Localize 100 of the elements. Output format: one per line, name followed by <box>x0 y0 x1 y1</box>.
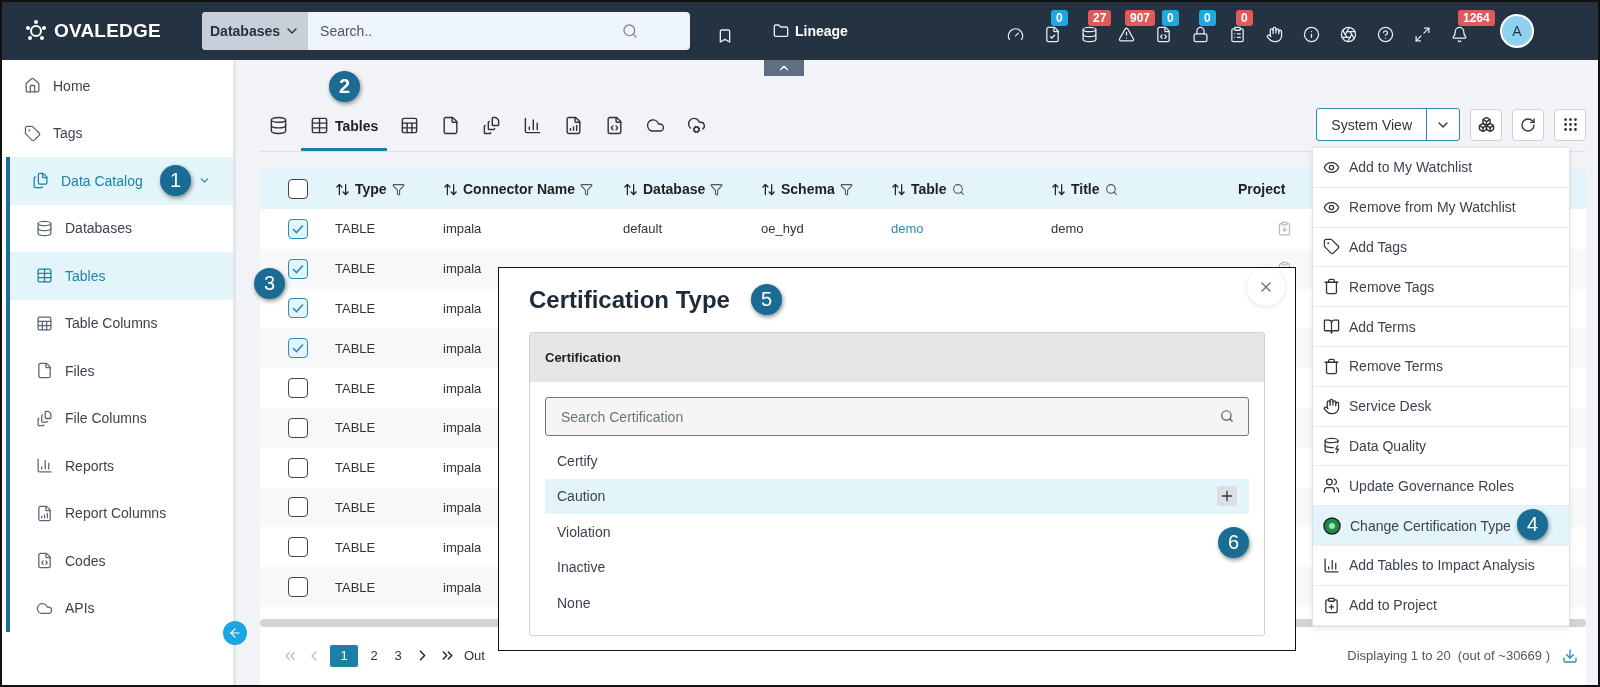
count-badge: 0 <box>1162 10 1179 26</box>
toolbar-button[interactable] <box>1302 26 1321 44</box>
grid-menu-button[interactable] <box>1554 108 1586 141</box>
checkbox[interactable] <box>287 457 308 478</box>
toolbar-button[interactable] <box>1043 26 1062 44</box>
sort-icon[interactable] <box>1051 181 1066 197</box>
table-cell: impala <box>443 499 482 515</box>
menu-item[interactable]: Add to Project <box>1313 585 1569 626</box>
menu-item[interactable]: Data Quality <box>1313 426 1569 467</box>
menu-item[interactable]: Add Tables to Impact Analysis <box>1313 545 1569 586</box>
collapse-tab[interactable] <box>764 60 804 76</box>
sort-icon[interactable] <box>891 181 906 197</box>
database-icon <box>1080 26 1098 43</box>
sidebar-item[interactable]: APIs <box>10 584 233 632</box>
sidebar-item[interactable]: Tables <box>10 252 233 300</box>
menu-item[interactable]: Remove from My Watchlist <box>1313 187 1569 228</box>
sort-icon[interactable] <box>335 181 350 197</box>
toolbar-button[interactable] <box>1080 26 1099 44</box>
table-cell: TABLE <box>335 539 376 555</box>
toolbar-button[interactable] <box>1191 26 1210 44</box>
lineage-link[interactable]: Lineage <box>795 23 848 39</box>
add-button[interactable] <box>1217 486 1237 507</box>
sidebar-item[interactable]: Home <box>2 62 233 110</box>
sidebar-item[interactable]: Table Columns <box>10 299 233 347</box>
check-icon <box>291 223 304 234</box>
toolbar-button[interactable] <box>1228 26 1247 44</box>
option-item[interactable]: Violation <box>545 514 623 550</box>
scope-dropdown[interactable]: Databases <box>202 12 309 50</box>
menu-item[interactable]: Change Certification Type 4 <box>1313 506 1569 546</box>
checkbox[interactable] <box>287 218 308 239</box>
menu-item[interactable]: Service Desk <box>1313 386 1569 427</box>
sidebar-item[interactable]: Codes <box>10 537 233 585</box>
sidebar-item[interactable]: File Columns <box>10 394 233 442</box>
sidebar-item[interactable]: Data Catalog 1 <box>10 157 233 205</box>
menu-item[interactable]: Add to My Watchlist <box>1313 148 1569 188</box>
column-header: Type <box>355 181 387 197</box>
checkbox[interactable] <box>287 577 308 598</box>
view-select[interactable]: System View <box>1316 108 1460 141</box>
menu-item[interactable]: Remove Tags <box>1313 267 1569 308</box>
table-icon <box>36 267 53 285</box>
checkbox[interactable] <box>287 258 308 279</box>
filter-icon[interactable] <box>391 182 405 196</box>
search-field[interactable]: Databases Search.. <box>202 12 690 50</box>
filter-icon[interactable] <box>839 182 853 196</box>
hand-icon <box>1323 397 1340 415</box>
option-item[interactable]: Caution <box>545 478 1249 514</box>
search-icon[interactable] <box>1104 182 1118 196</box>
sort-icon[interactable] <box>623 181 638 197</box>
page-button[interactable]: 1 <box>330 645 358 667</box>
page-button[interactable]: 3 <box>390 645 406 667</box>
cube-button[interactable] <box>1470 108 1502 141</box>
sort-icon[interactable] <box>443 181 458 197</box>
menu-item[interactable]: Remove Terms <box>1313 347 1569 387</box>
refresh-button[interactable] <box>1512 108 1544 141</box>
search-field[interactable]: Search Certification <box>545 397 1249 436</box>
info-icon <box>1302 26 1320 43</box>
sidebar-item[interactable]: Report Columns <box>10 489 233 537</box>
table-columns-icon <box>36 314 53 332</box>
table-icon <box>310 116 329 135</box>
toolbar-button[interactable] <box>1413 26 1432 44</box>
checkbox[interactable] <box>287 537 308 558</box>
toolbar-button[interactable] <box>1117 26 1136 44</box>
clipboard-plus-icon <box>1323 596 1340 614</box>
toolbar-button[interactable] <box>1154 26 1173 44</box>
filter-icon[interactable] <box>710 182 724 196</box>
sidebar-item[interactable]: Files <box>10 347 233 395</box>
toolbar-button[interactable] <box>1450 26 1469 44</box>
search-icon[interactable] <box>951 182 965 196</box>
table-link[interactable]: demo <box>891 221 924 237</box>
sidebar-item[interactable]: Reports <box>10 442 233 490</box>
checkbox[interactable] <box>287 338 308 359</box>
bar-chart-icon <box>1323 556 1340 574</box>
database-icon <box>269 116 288 135</box>
dots-grid-icon <box>1561 116 1579 133</box>
sort-icon[interactable] <box>761 181 776 197</box>
checkbox[interactable] <box>287 378 308 399</box>
menu-item[interactable]: Add Tags <box>1313 227 1569 268</box>
option-item[interactable]: Certify <box>545 443 610 479</box>
table-cell: impala <box>443 380 482 396</box>
sidebar-item[interactable]: Tags <box>2 109 233 157</box>
filter-icon[interactable] <box>580 182 594 196</box>
toolbar-button[interactable] <box>1376 26 1395 44</box>
page-button[interactable]: 2 <box>366 645 382 667</box>
menu-item[interactable]: Add Terms <box>1313 307 1569 347</box>
collapse-button[interactable] <box>223 621 247 645</box>
checkbox[interactable] <box>287 417 308 438</box>
table-cell: impala <box>443 420 482 436</box>
clipboard-plus-icon[interactable] <box>1277 221 1292 237</box>
menu-item[interactable]: Update Governance Roles <box>1313 466 1569 507</box>
toolbar-button[interactable] <box>1265 26 1284 44</box>
option-item[interactable]: None <box>545 585 603 621</box>
avatar[interactable]: A <box>1500 14 1534 48</box>
download-icon[interactable] <box>1562 648 1578 664</box>
option-item[interactable]: Inactive <box>545 549 618 585</box>
count-badge: 907 <box>1125 10 1156 26</box>
checkbox[interactable] <box>287 497 308 518</box>
step-marker: 5 <box>751 284 782 315</box>
checkbox[interactable] <box>287 298 308 319</box>
checkbox[interactable] <box>287 179 308 199</box>
sidebar-item[interactable]: Databases <box>10 204 233 252</box>
